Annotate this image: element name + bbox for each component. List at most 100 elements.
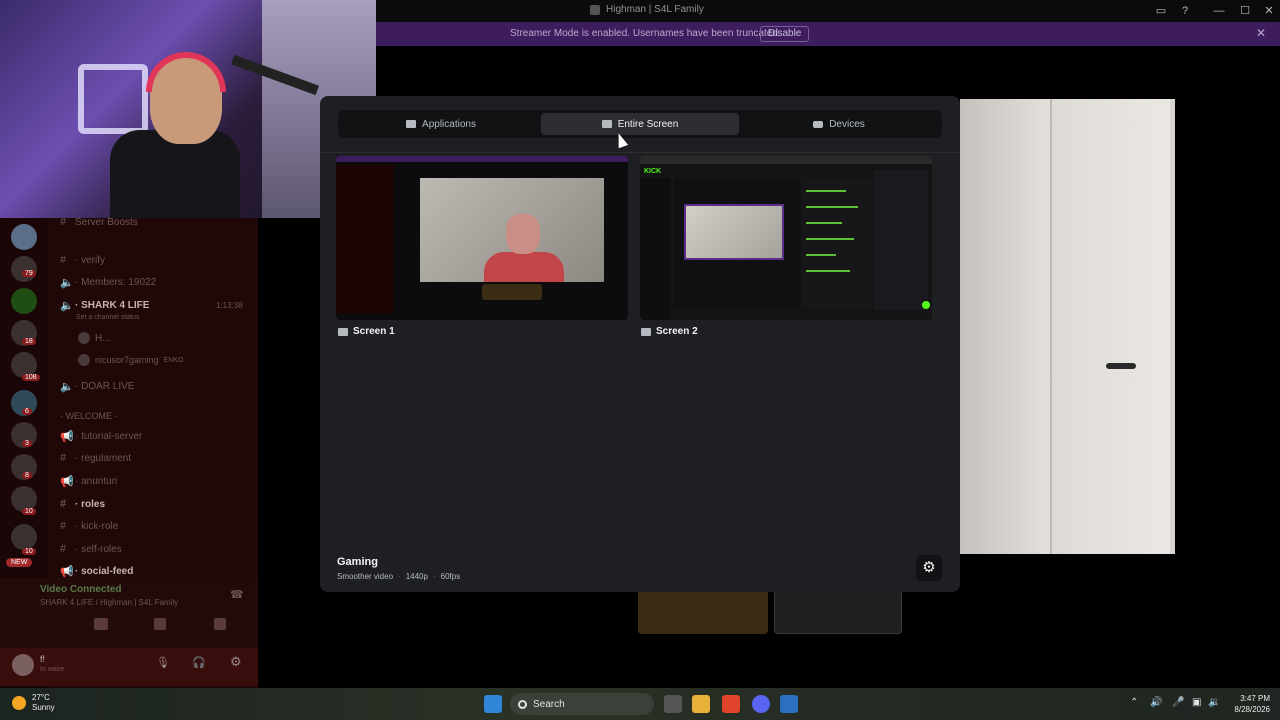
taskbar-search[interactable]: Search <box>510 693 654 715</box>
app-icon <box>590 4 600 15</box>
channel-anunturi[interactable]: 📢 · anunturi <box>60 475 117 488</box>
tab-applications[interactable]: Applications <box>342 113 540 135</box>
voice-user[interactable]: nicusor7gaming ENKO <box>78 354 183 366</box>
close-notice-icon[interactable]: ✕ <box>1256 26 1266 40</box>
discord-icon[interactable] <box>752 695 770 713</box>
thumb-chatline <box>806 206 858 208</box>
channel-tutorial-server[interactable]: 📢 · tutorial-server <box>60 430 142 443</box>
megaphone-icon: 📢 <box>60 566 74 578</box>
monitor-icon <box>601 120 612 128</box>
kick-logo: KICK <box>644 168 662 175</box>
activities-icon[interactable] <box>154 618 166 630</box>
speaker-icon: 🔈 <box>60 381 74 393</box>
voice-channel-shark4life[interactable]: 🔈 · SHARK 4 LIFE 1:13:38 <box>60 299 243 312</box>
thumb-chatline <box>806 222 842 224</box>
voice-timer: 1:13:38 <box>216 301 243 310</box>
separator: · <box>398 572 401 581</box>
channel-social-feed[interactable]: 📢 · social-feed <box>60 565 133 578</box>
volume-icon[interactable]: 🔉 <box>1208 697 1220 708</box>
window-icon <box>406 120 417 128</box>
server-icon[interactable] <box>11 224 37 250</box>
screen-1-thumbnail[interactable] <box>336 156 628 320</box>
source-tabs: Applications Entire Screen Devices <box>338 110 942 138</box>
channel-self-roles[interactable]: # · self-roles <box>60 543 122 555</box>
voice-channel-doar-live[interactable]: 🔈 · DOAR LIVE <box>60 380 134 393</box>
clock[interactable]: 3:47 PM 8/28/2026 <box>1224 693 1270 715</box>
tab-devices[interactable]: Devices <box>740 113 938 135</box>
thumb-chat <box>802 178 872 308</box>
category-welcome[interactable]: · WELCOME · <box>60 411 118 421</box>
headphones-icon[interactable]: 🎧 <box>192 656 206 669</box>
unread-badge: 10 <box>22 508 36 515</box>
speaker-icon[interactable]: 🔊 <box>1150 697 1162 708</box>
participant-tile[interactable] <box>638 590 768 634</box>
unread-badge: 3 <box>22 440 32 447</box>
avatar[interactable] <box>12 654 34 676</box>
unread-badge: 10 <box>22 548 36 555</box>
server-icon[interactable] <box>11 524 37 550</box>
screen-share-icon[interactable] <box>94 618 108 630</box>
app-icon[interactable] <box>780 695 798 713</box>
channel-kick-role[interactable]: # · kick-role <box>60 520 118 532</box>
network-icon[interactable]: ▣ <box>1192 697 1201 708</box>
voice-user[interactable]: H... <box>78 332 111 344</box>
thumb-right-pane <box>874 170 928 310</box>
door-handle <box>1106 363 1136 369</box>
voice-connected-panel: Video Connected SHARK 4 LIFE / Highman |… <box>0 578 258 650</box>
voice-channel-path[interactable]: SHARK 4 LIFE / Highman | S4L Family <box>40 598 178 607</box>
channel-verify[interactable]: # · verify <box>60 254 105 266</box>
channel-regulament[interactable]: # · regulament <box>60 452 131 464</box>
minimize-button[interactable]: — <box>1210 3 1228 19</box>
screen-1-label: Screen 1 <box>338 326 395 337</box>
username: f! <box>40 654 46 664</box>
start-icon[interactable] <box>484 695 502 713</box>
channel-roles[interactable]: # · roles <box>60 498 105 510</box>
disable-streamer-mode-button[interactable]: Disable <box>760 26 810 42</box>
microphone-icon[interactable]: 🎤 <box>1172 697 1184 708</box>
headset <box>146 52 226 92</box>
server-icon[interactable] <box>11 256 37 282</box>
user-settings-icon[interactable]: ⚙ <box>230 654 242 670</box>
participant-tile[interactable] <box>774 590 902 634</box>
quality-details: Smoother video · 1440p · 60fps <box>337 572 461 581</box>
stream-settings-gear-icon[interactable]: ⚙ <box>916 555 942 581</box>
help-icon[interactable]: ? <box>1176 3 1194 19</box>
search-icon <box>518 699 527 709</box>
thumb-chatline <box>806 190 846 192</box>
channel-members[interactable]: 🔈 · Members: 19022 <box>60 276 156 289</box>
megaphone-icon: 📢 <box>60 431 74 443</box>
avatar <box>78 332 90 344</box>
inbox-icon[interactable]: ▭ <box>1152 3 1170 19</box>
chevron-up-icon[interactable]: ⌃ <box>1130 697 1138 708</box>
unread-badge: 18 <box>22 338 36 345</box>
file-explorer-icon[interactable] <box>692 695 710 713</box>
screen-2-thumbnail[interactable]: KICK <box>640 156 932 320</box>
speaker-icon: 🔈 <box>60 277 74 289</box>
tab-entire-screen[interactable]: Entire Screen <box>541 113 739 135</box>
thumb-camera <box>684 204 784 260</box>
sun-icon <box>12 696 26 710</box>
stream-quality[interactable]: Gaming Smoother video · 1440p · 60fps <box>337 556 460 581</box>
divider <box>320 152 960 153</box>
soundboard-icon[interactable] <box>214 618 226 630</box>
unread-badge: 6 <box>22 408 32 415</box>
microphone-icon[interactable]: 🎙 <box>156 656 170 669</box>
brave-browser-icon[interactable] <box>722 695 740 713</box>
thumb-controls <box>482 284 542 300</box>
thumb-status-dot <box>922 301 930 309</box>
task-view-icon[interactable] <box>664 695 682 713</box>
avatar <box>78 354 90 366</box>
maximize-button[interactable]: ☐ <box>1236 3 1254 19</box>
window-title: Highman | S4L Family <box>590 4 704 15</box>
thumb-chatline <box>806 270 850 272</box>
set-channel-status[interactable]: Set a channel status <box>76 314 139 321</box>
separator: · <box>432 572 436 581</box>
weather-widget[interactable]: 27°C Sunny <box>12 693 55 713</box>
disconnect-icon[interactable]: ☎ <box>230 588 244 601</box>
weather-text: 27°C Sunny <box>32 693 55 712</box>
camera-icon <box>813 120 824 128</box>
kick-server-icon[interactable] <box>11 288 37 314</box>
neon-sign <box>78 64 148 134</box>
close-window-button[interactable]: ✕ <box>1260 3 1278 19</box>
monitor-icon <box>641 327 651 336</box>
